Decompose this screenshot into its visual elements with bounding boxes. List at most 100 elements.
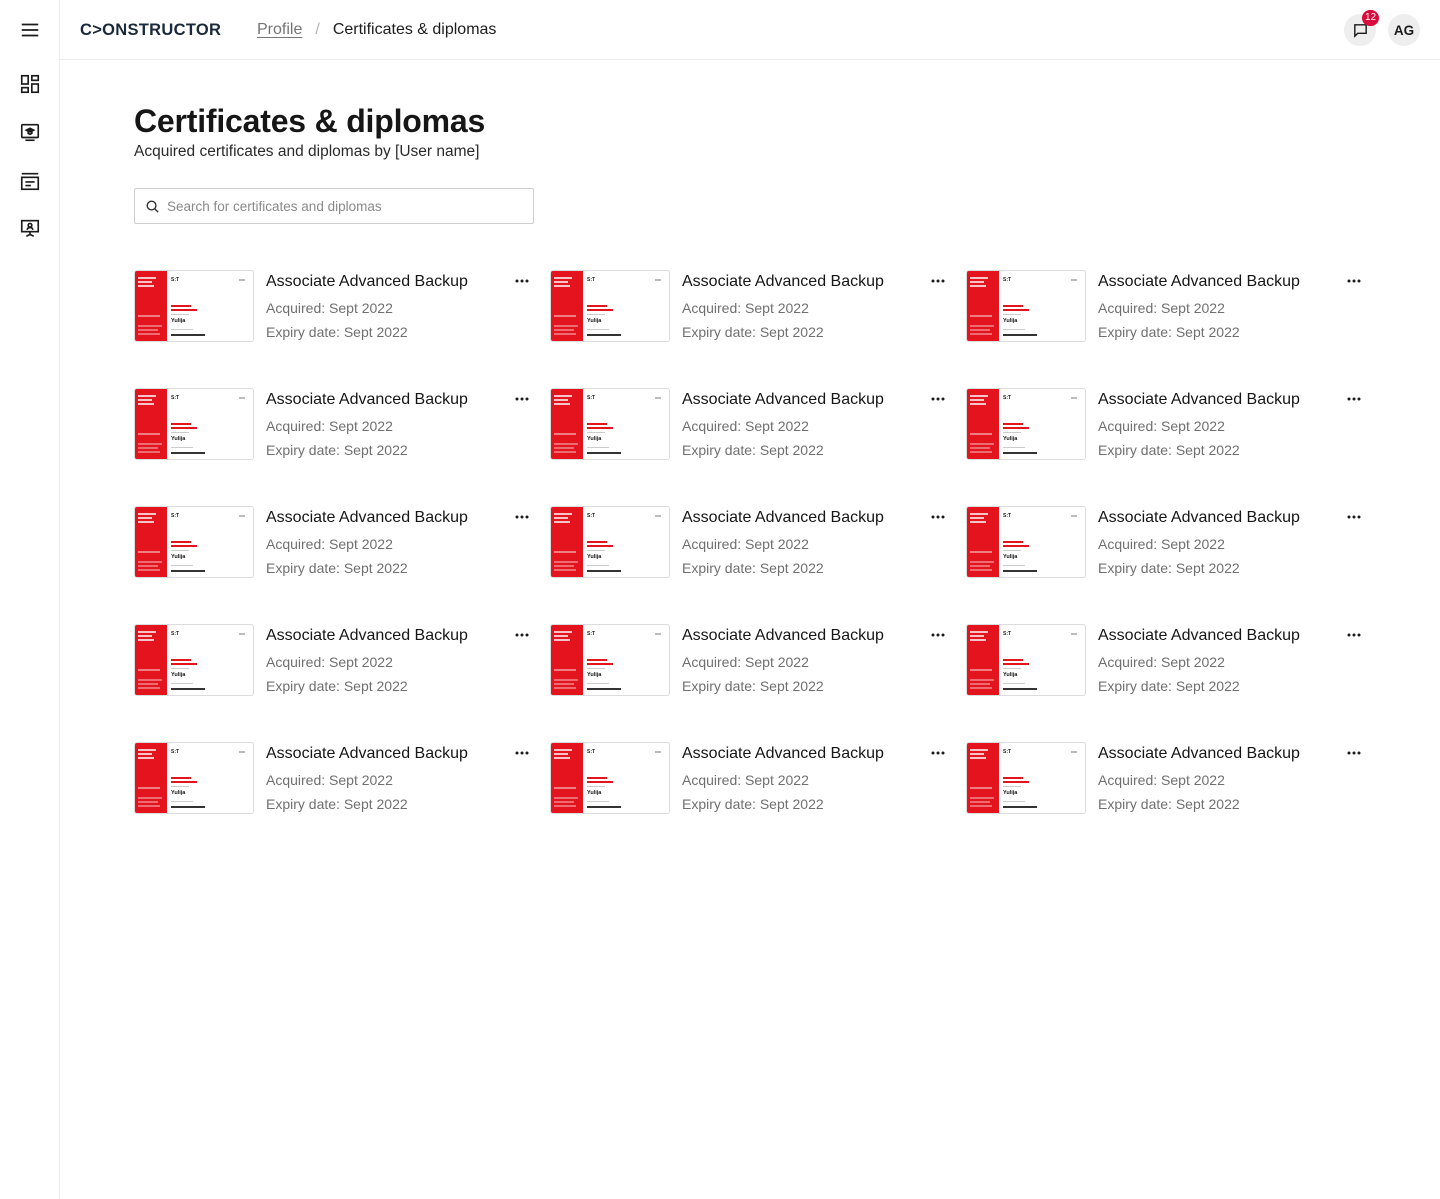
learning-icon[interactable] bbox=[18, 120, 42, 144]
more-horizontal-icon bbox=[515, 397, 529, 401]
certificate-acquired-date: Acquired: Sept 2022 bbox=[266, 536, 393, 552]
certificate-thumbnail-logo: S:T bbox=[587, 749, 596, 755]
certificate-thumbnail-stripe bbox=[135, 743, 167, 813]
certificate-thumbnail[interactable]: S:T Yulija bbox=[134, 270, 254, 342]
certificate-thumbnail[interactable]: S:T Yulija bbox=[134, 742, 254, 814]
certificate-acquired-date: Acquired: Sept 2022 bbox=[266, 300, 393, 316]
certificate-thumbnail[interactable]: S:T Yulija bbox=[550, 506, 670, 578]
more-options-button[interactable] bbox=[512, 745, 532, 761]
certificate-card: S:T Yulija Associate Advanced Backup Acquir… bbox=[966, 623, 1366, 697]
certificate-thumbnail-stripe bbox=[135, 389, 167, 459]
certificate-title[interactable]: Associate Advanced Backup bbox=[266, 272, 468, 292]
certificate-acquired-date: Acquired: Sept 2022 bbox=[1098, 300, 1225, 316]
certificate-acquired-date: Acquired: Sept 2022 bbox=[266, 654, 393, 670]
more-horizontal-icon bbox=[515, 279, 529, 283]
more-options-button[interactable] bbox=[1344, 509, 1364, 525]
messages-button[interactable]: 12 bbox=[1344, 10, 1380, 46]
certificate-thumbnail[interactable]: S:T Yulija bbox=[966, 742, 1086, 814]
certificate-title[interactable]: Associate Advanced Backup bbox=[682, 272, 884, 292]
certificate-thumbnail[interactable]: S:T Yulija bbox=[550, 624, 670, 696]
more-options-button[interactable] bbox=[928, 627, 948, 643]
certificate-title[interactable]: Associate Advanced Backup bbox=[266, 390, 468, 410]
breadcrumb-profile-link[interactable]: Profile bbox=[257, 20, 302, 40]
certificate-thumbnail-name: Yulija bbox=[1003, 436, 1018, 442]
more-options-button[interactable] bbox=[1344, 745, 1364, 761]
certificate-title[interactable]: Associate Advanced Backup bbox=[266, 626, 468, 646]
sidebar bbox=[0, 0, 60, 1199]
certificate-thumbnail[interactable]: S:T Yulija bbox=[550, 742, 670, 814]
certificate-thumbnail[interactable]: S:T Yulija bbox=[966, 270, 1086, 342]
certificate-card: S:T Yulija Associate Advanced Backup Acquir… bbox=[134, 387, 534, 461]
certificate-card: S:T Yulija Associate Advanced Backup Acquir… bbox=[550, 741, 950, 815]
certificate-thumbnail-logo: S:T bbox=[1003, 395, 1012, 401]
certificate-expiry-date: Expiry date: Sept 2022 bbox=[266, 678, 408, 694]
certificate-thumbnail-logo: S:T bbox=[587, 631, 596, 637]
certificate-thumbnail[interactable]: S:T Yulija bbox=[550, 388, 670, 460]
hamburger-menu-icon[interactable] bbox=[18, 18, 42, 42]
certificate-title[interactable]: Associate Advanced Backup bbox=[1098, 744, 1300, 764]
more-options-button[interactable] bbox=[512, 509, 532, 525]
certificate-title[interactable]: Associate Advanced Backup bbox=[266, 744, 468, 764]
more-horizontal-icon bbox=[931, 279, 945, 283]
certificate-thumbnail[interactable]: S:T Yulija bbox=[134, 506, 254, 578]
certificate-card: S:T Yulija Associate Advanced Backup Acquir… bbox=[134, 269, 534, 343]
more-options-button[interactable] bbox=[928, 391, 948, 407]
certificate-card: S:T Yulija Associate Advanced Backup Acquir… bbox=[134, 505, 534, 579]
certificate-thumbnail[interactable]: S:T Yulija bbox=[966, 388, 1086, 460]
breadcrumb: Profile / Certificates & diplomas bbox=[257, 20, 496, 40]
more-options-button[interactable] bbox=[928, 509, 948, 525]
certificate-thumbnail-stripe bbox=[967, 389, 999, 459]
search-input[interactable] bbox=[167, 189, 527, 223]
certificate-thumbnail[interactable]: S:T Yulija bbox=[550, 270, 670, 342]
certificate-thumbnail-name: Yulija bbox=[587, 436, 602, 442]
certificate-thumbnail[interactable]: S:T Yulija bbox=[966, 624, 1086, 696]
certificate-acquired-date: Acquired: Sept 2022 bbox=[266, 418, 393, 434]
breadcrumb-separator: / bbox=[315, 21, 320, 38]
certificate-expiry-date: Expiry date: Sept 2022 bbox=[682, 796, 824, 812]
search-icon bbox=[146, 200, 159, 213]
notification-badge: 12 bbox=[1362, 10, 1380, 26]
certificate-thumbnail-stripe bbox=[135, 271, 167, 341]
more-options-button[interactable] bbox=[1344, 627, 1364, 643]
certificate-acquired-date: Acquired: Sept 2022 bbox=[682, 772, 809, 788]
certificate-card: S:T Yulija Associate Advanced Backup Acquir… bbox=[966, 269, 1366, 343]
more-options-button[interactable] bbox=[1344, 391, 1364, 407]
certificate-title[interactable]: Associate Advanced Backup bbox=[1098, 626, 1300, 646]
certificate-title[interactable]: Associate Advanced Backup bbox=[1098, 272, 1300, 292]
certificate-title[interactable]: Associate Advanced Backup bbox=[682, 626, 884, 646]
user-avatar[interactable]: AG bbox=[1388, 14, 1420, 46]
constructor-logo[interactable]: C>ONSTRUCTOR bbox=[80, 20, 221, 40]
certificate-card: S:T Yulija Associate Advanced Backup Acquir… bbox=[550, 505, 950, 579]
certificate-thumbnail[interactable]: S:T Yulija bbox=[134, 624, 254, 696]
more-options-button[interactable] bbox=[928, 745, 948, 761]
certificate-thumbnail-logo: S:T bbox=[1003, 513, 1012, 519]
certificate-thumbnail-logo: S:T bbox=[171, 631, 180, 637]
content-icon[interactable] bbox=[18, 169, 42, 193]
certificate-thumbnail[interactable]: S:T Yulija bbox=[966, 506, 1086, 578]
dashboard-icon[interactable] bbox=[18, 72, 42, 96]
certificate-expiry-date: Expiry date: Sept 2022 bbox=[1098, 324, 1240, 340]
certificate-thumbnail[interactable]: S:T Yulija bbox=[134, 388, 254, 460]
certificate-title[interactable]: Associate Advanced Backup bbox=[682, 390, 884, 410]
certificate-thumbnail-name: Yulija bbox=[587, 672, 602, 678]
certificate-title[interactable]: Associate Advanced Backup bbox=[266, 508, 468, 528]
top-header: C>ONSTRUCTOR Profile / Certificates & di… bbox=[60, 0, 1440, 60]
more-horizontal-icon bbox=[515, 515, 529, 519]
certificate-thumbnail-name: Yulija bbox=[1003, 554, 1018, 560]
more-options-button[interactable] bbox=[928, 273, 948, 289]
more-options-button[interactable] bbox=[512, 273, 532, 289]
more-options-button[interactable] bbox=[512, 391, 532, 407]
certificate-title[interactable]: Associate Advanced Backup bbox=[1098, 390, 1300, 410]
presentation-icon[interactable] bbox=[18, 216, 42, 240]
certificate-title[interactable]: Associate Advanced Backup bbox=[1098, 508, 1300, 528]
more-options-button[interactable] bbox=[1344, 273, 1364, 289]
more-horizontal-icon bbox=[931, 751, 945, 755]
more-horizontal-icon bbox=[1347, 751, 1361, 755]
certificate-thumbnail-stripe bbox=[967, 625, 999, 695]
page-title: Certificates & diplomas bbox=[134, 103, 486, 139]
more-options-button[interactable] bbox=[512, 627, 532, 643]
certificate-title[interactable]: Associate Advanced Backup bbox=[682, 744, 884, 764]
certificate-title[interactable]: Associate Advanced Backup bbox=[682, 508, 884, 528]
more-horizontal-icon bbox=[931, 633, 945, 637]
more-horizontal-icon bbox=[1347, 397, 1361, 401]
